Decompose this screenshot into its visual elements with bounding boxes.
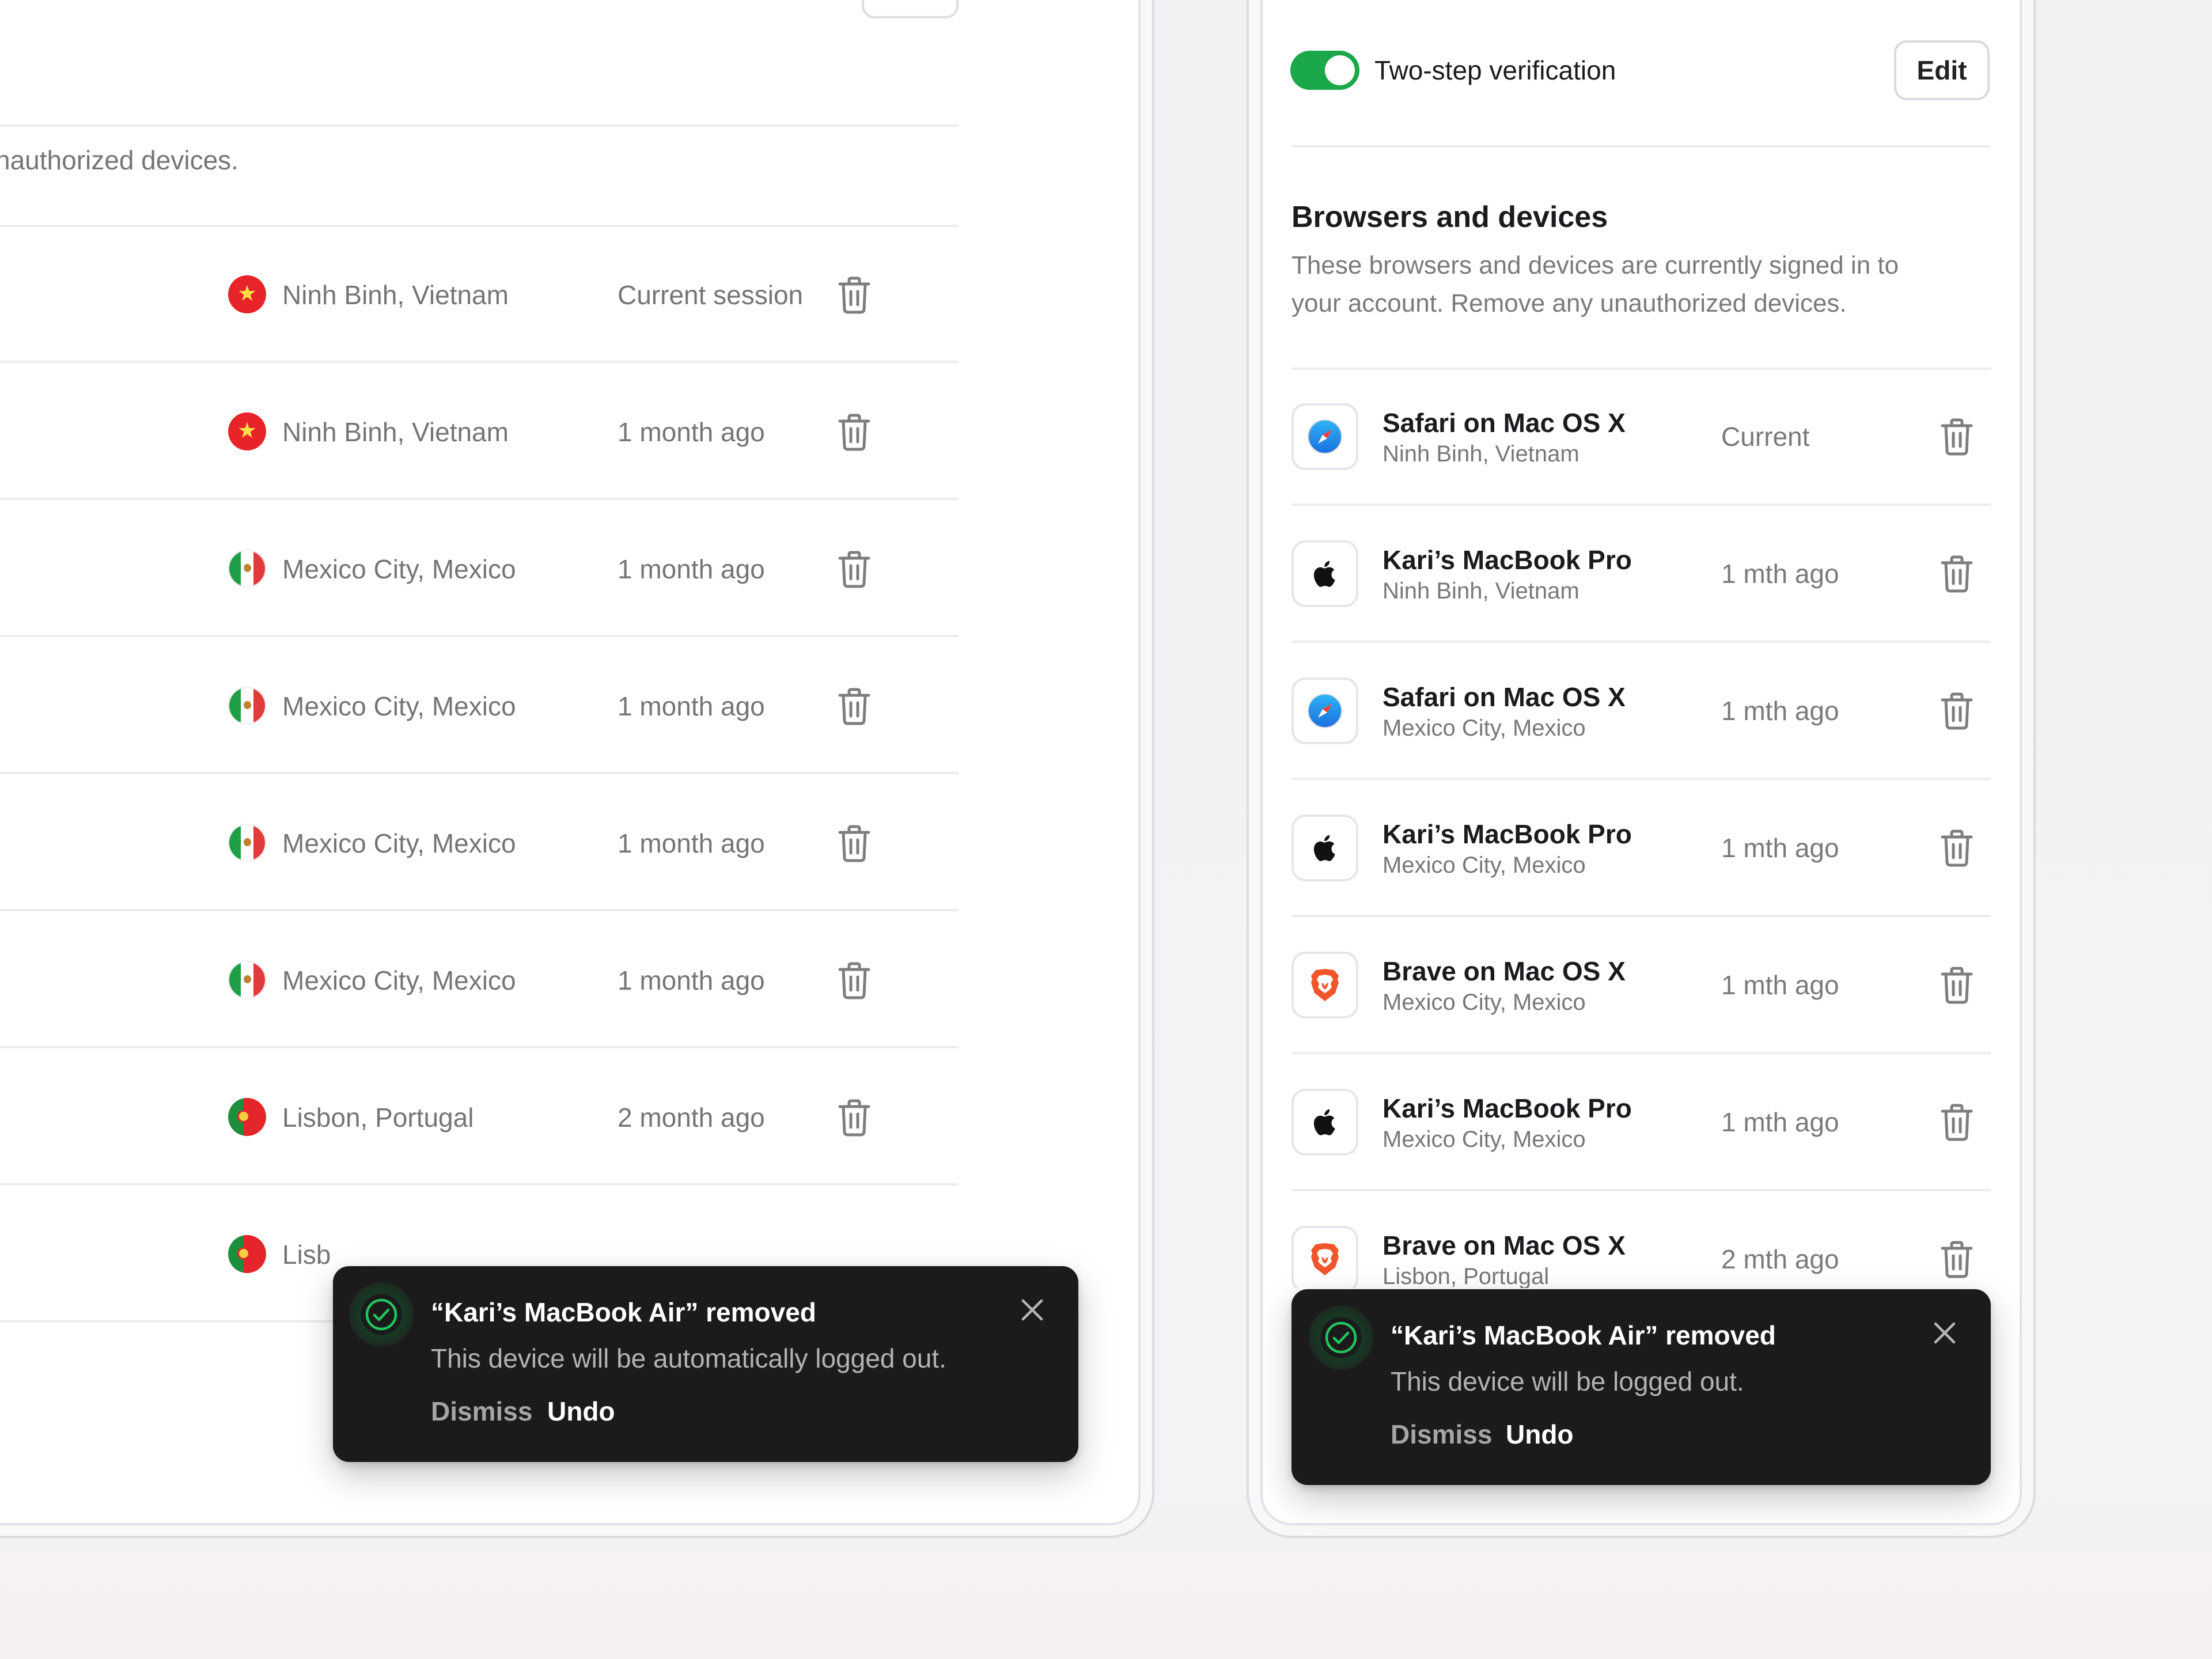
apple-icon <box>1291 815 1358 881</box>
trash-icon[interactable] <box>1940 966 1974 1004</box>
apple-icon <box>1291 540 1358 607</box>
device-row: Kari’s MacBook Pro Mexico City, Mexico 1 m… <box>1291 1054 1991 1191</box>
device-time: Current <box>1721 422 1810 452</box>
device-time: 1 mth ago <box>1721 696 1839 726</box>
trash-icon[interactable] <box>1940 555 1974 593</box>
device-location: Mexico City, Mexico <box>1382 1127 1586 1152</box>
close-icon[interactable] <box>1931 1319 1959 1347</box>
device-location: Mexico City, Mexico <box>1382 715 1586 741</box>
device-name: Brave on Mac OS X <box>1382 956 1626 986</box>
device-name: Brave on Mac OS X <box>1382 1230 1626 1260</box>
toast-title: “Kari’s MacBook Air” removed <box>1391 1320 1776 1350</box>
safari-icon <box>1291 677 1358 744</box>
device-time: 1 mth ago <box>1721 833 1839 863</box>
undo-button[interactable]: Undo <box>1506 1418 1574 1450</box>
dismiss-button[interactable]: Dismiss <box>1391 1418 1492 1450</box>
toast-title: “Kari’s MacBook Air” removed <box>431 1297 816 1327</box>
trash-icon[interactable] <box>1940 1240 1974 1278</box>
device-location: Mexico City, Mexico <box>1382 990 1586 1015</box>
device-row: Kari’s MacBook Pro Ninh Binh, Vietnam 1 mt… <box>1291 506 1991 643</box>
device-row: Kari’s MacBook Pro Mexico City, Mexico 1 m… <box>1291 780 1991 917</box>
close-icon[interactable] <box>1018 1296 1046 1324</box>
trash-icon[interactable] <box>1940 829 1974 867</box>
apple-icon <box>1291 1089 1358 1156</box>
right-toast: “Kari’s MacBook Air” removed This device… <box>1291 1289 1991 1485</box>
check-circle-icon <box>349 1282 414 1347</box>
device-name: Safari on Mac OS X <box>1382 682 1626 712</box>
device-name: Kari’s MacBook Pro <box>1382 1093 1632 1123</box>
brave-icon <box>1291 952 1358 1018</box>
device-row: Brave on Mac OS X Mexico City, Mexico 1 mt… <box>1291 917 1991 1054</box>
left-toast: “Kari’s MacBook Air” removed This device… <box>333 1266 1078 1462</box>
device-location: Lisbon, Portugal <box>1382 1264 1550 1288</box>
device-time: 1 mth ago <box>1721 970 1839 1000</box>
device-name: Kari’s MacBook Pro <box>1382 545 1632 575</box>
device-name: Kari’s MacBook Pro <box>1382 819 1632 849</box>
device-time: 1 mth ago <box>1721 1107 1839 1137</box>
check-circle-icon <box>1309 1305 1373 1370</box>
trash-icon[interactable] <box>1940 418 1974 456</box>
toast-message: This device will be logged out. <box>1391 1366 1744 1396</box>
trash-icon[interactable] <box>1940 1103 1974 1141</box>
dismiss-button[interactable]: Dismiss <box>431 1395 532 1427</box>
device-row: Safari on Mac OS X Ninh Binh, Vietnam Curr… <box>1291 369 1991 506</box>
trash-icon[interactable] <box>1940 692 1974 730</box>
device-list: Safari on Mac OS X Ninh Binh, Vietnam Curr… <box>0 0 2212 1288</box>
safari-icon <box>1291 403 1358 470</box>
toast-message: This device will be automatically logged… <box>431 1343 946 1373</box>
brave-icon <box>1291 1226 1358 1288</box>
device-row: Safari on Mac OS X Mexico City, Mexico 1 m… <box>1291 643 1991 780</box>
device-time: 1 mth ago <box>1721 559 1839 589</box>
device-location: Mexico City, Mexico <box>1382 853 1586 878</box>
device-time: 2 mth ago <box>1721 1244 1839 1274</box>
undo-button[interactable]: Undo <box>547 1395 615 1427</box>
device-row: Brave on Mac OS X Lisbon, Portugal 2 mth a… <box>1291 1191 1991 1288</box>
device-location: Ninh Binh, Vietnam <box>1382 578 1580 604</box>
device-location: Ninh Binh, Vietnam <box>1382 441 1580 467</box>
device-name: Safari on Mac OS X <box>1382 408 1626 438</box>
